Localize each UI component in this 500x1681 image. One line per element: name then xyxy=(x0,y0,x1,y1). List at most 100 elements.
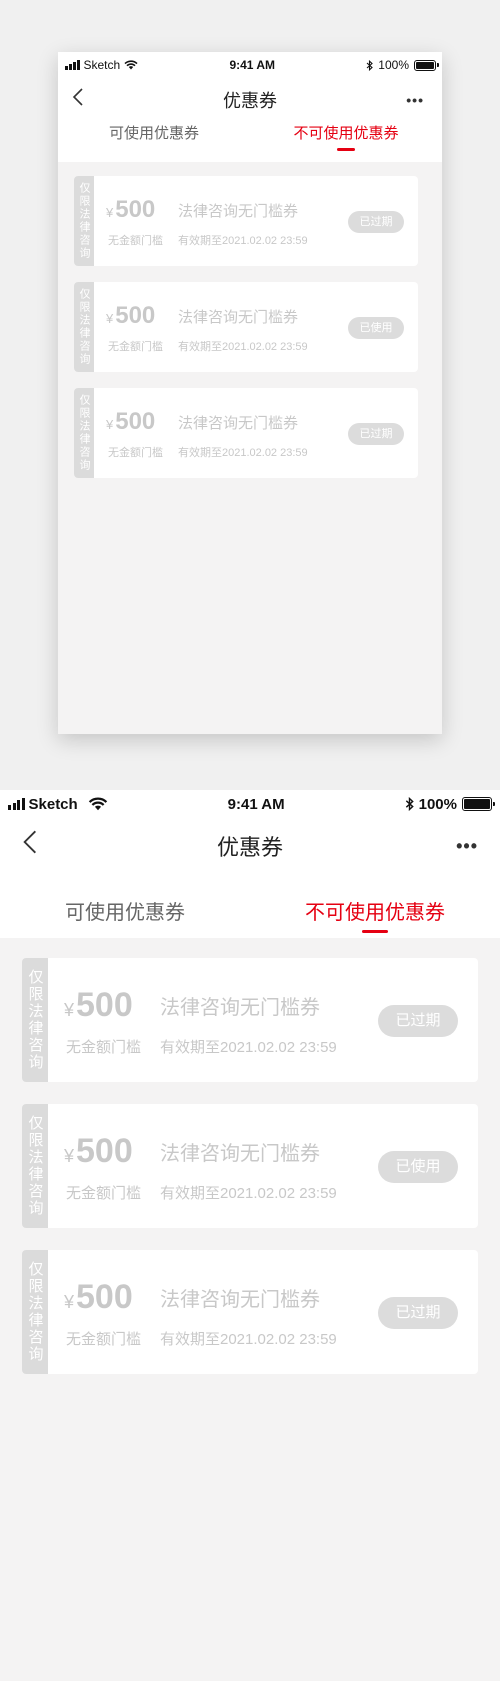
more-button[interactable]: ••• xyxy=(406,92,424,108)
coupon-price: ¥500 xyxy=(106,196,155,224)
coupon-price: ¥500 xyxy=(106,408,155,436)
more-dots-icon: ••• xyxy=(406,92,424,108)
coupon-status-button[interactable]: 已使用 xyxy=(378,1151,458,1183)
coupon-card[interactable]: 仅限法律咨询 ¥500 法律咨询无门槛券 无金额门槛 有效期至2021.02.0… xyxy=(22,1104,478,1228)
coupon-validity: 有效期至2021.02.02 23:59 xyxy=(178,341,308,353)
coupon-card[interactable]: 仅限法律咨询 ¥500 法律咨询无门槛券 无金额门槛 有效期至2021.02.0… xyxy=(74,388,418,478)
signal-icon xyxy=(65,60,80,70)
currency-symbol: ¥ xyxy=(64,1000,75,1020)
coupon-amount: 500 xyxy=(76,1132,133,1170)
tab-label: 不可使用优惠券 xyxy=(293,125,399,142)
coupon-validity: 有效期至2021.02.02 23:59 xyxy=(160,1185,337,1202)
coupon-name: 法律咨询无门槛券 xyxy=(160,1289,320,1311)
coupon-name: 法律咨询无门槛券 xyxy=(178,203,299,220)
wifi-icon xyxy=(124,60,138,70)
chevron-left-icon xyxy=(72,88,83,106)
coupon-body: ¥500 法律咨询无门槛券 无金额门槛 有效期至2021.02.02 23:59… xyxy=(48,1250,478,1374)
tab-unavailable[interactable]: 不可使用优惠券 xyxy=(250,874,500,938)
status-time: 9:41 AM xyxy=(229,58,276,72)
coupon-price: ¥500 xyxy=(64,986,133,1025)
currency-symbol: ¥ xyxy=(106,417,114,432)
coupon-scope-tag: 仅限法律咨询 xyxy=(22,1250,48,1374)
wifi-icon xyxy=(88,797,107,811)
coupon-validity: 有效期至2021.02.02 23:59 xyxy=(160,1331,337,1348)
coupon-card[interactable]: 仅限法律咨询 ¥500 法律咨询无门槛券 无金额门槛 有效期至2021.02.0… xyxy=(74,282,418,372)
tab-available[interactable]: 可使用优惠券 xyxy=(58,122,250,162)
currency-symbol: ¥ xyxy=(64,1146,75,1166)
chevron-left-icon xyxy=(23,830,36,854)
page-title: 优惠券 xyxy=(223,91,277,111)
coupon-name: 法律咨询无门槛券 xyxy=(160,1143,320,1165)
coupon-amount: 500 xyxy=(115,302,156,329)
battery-percent: 100% xyxy=(418,795,457,813)
bluetooth-icon xyxy=(366,59,374,71)
coupon-status-button[interactable]: 已过期 xyxy=(348,211,404,233)
coupon-threshold: 无金额门槛 xyxy=(108,235,163,247)
coupon-threshold: 无金额门槛 xyxy=(66,1185,142,1202)
coupon-screen: Sketch 9:41 AM 100% 优惠券 ••• 可使用优惠券 不可使用优… xyxy=(0,790,500,1681)
coupon-name: 法律咨询无门槛券 xyxy=(178,415,299,432)
battery-icon xyxy=(461,797,495,811)
more-dots-icon: ••• xyxy=(456,835,478,856)
back-button[interactable] xyxy=(22,828,38,864)
status-left: Sketch xyxy=(8,796,108,813)
coupon-body: ¥500 法律咨询无门槛券 无金额门槛 有效期至2021.02.02 23:59… xyxy=(94,176,418,266)
coupon-card[interactable]: 仅限法律咨询 ¥500 法律咨询无门槛券 无金额门槛 有效期至2021.02.0… xyxy=(22,958,478,1082)
coupon-scope-tag: 仅限法律咨询 xyxy=(74,282,94,372)
phone-mockup-preview: Sketch 9:41 AM 100% 优惠券 ••• 可使用优惠券 不可使用优… xyxy=(58,52,442,734)
status-right: 100% xyxy=(366,58,439,72)
coupon-status-button[interactable]: 已过期 xyxy=(348,423,404,445)
coupon-validity: 有效期至2021.02.02 23:59 xyxy=(178,235,308,247)
carrier-name: Sketch xyxy=(28,795,78,813)
coupon-amount: 500 xyxy=(115,408,156,435)
status-time: 9:41 AM xyxy=(227,795,285,813)
coupon-list: 仅限法律咨询 ¥500 法律咨询无门槛券 无金额门槛 有效期至2021.02.0… xyxy=(58,162,442,734)
coupon-name: 法律咨询无门槛券 xyxy=(160,997,320,1019)
carrier-name: Sketch xyxy=(83,58,121,72)
currency-symbol: ¥ xyxy=(106,311,114,326)
coupon-threshold: 无金额门槛 xyxy=(66,1039,142,1056)
coupon-amount: 500 xyxy=(115,196,156,223)
status-bar: Sketch 9:41 AM 100% xyxy=(0,790,500,818)
coupon-status-button[interactable]: 已过期 xyxy=(378,1297,458,1329)
tab-indicator xyxy=(362,930,388,933)
tab-label: 不可使用优惠券 xyxy=(305,902,445,924)
coupon-body: ¥500 法律咨询无门槛券 无金额门槛 有效期至2021.02.02 23:59… xyxy=(48,1104,478,1228)
tab-bar: 可使用优惠券 不可使用优惠券 xyxy=(58,122,442,162)
tab-label: 可使用优惠券 xyxy=(108,125,199,142)
tab-indicator xyxy=(337,148,355,151)
coupon-price: ¥500 xyxy=(64,1132,133,1171)
more-button[interactable]: ••• xyxy=(456,836,478,857)
page-title: 优惠券 xyxy=(216,835,283,860)
coupon-body: ¥500 法律咨询无门槛券 无金额门槛 有效期至2021.02.02 23:59… xyxy=(48,958,478,1082)
back-button[interactable] xyxy=(72,87,84,113)
coupon-list: 仅限法律咨询 ¥500 法律咨询无门槛券 无金额门槛 有效期至2021.02.0… xyxy=(0,938,500,1681)
coupon-amount: 500 xyxy=(76,986,133,1024)
coupon-scope-tag: 仅限法律咨询 xyxy=(74,388,94,478)
currency-symbol: ¥ xyxy=(106,205,114,220)
coupon-price: ¥500 xyxy=(106,302,155,330)
status-right: 100% xyxy=(405,795,495,813)
coupon-validity: 有效期至2021.02.02 23:59 xyxy=(178,447,308,459)
coupon-amount: 500 xyxy=(76,1278,133,1316)
coupon-card[interactable]: 仅限法律咨询 ¥500 法律咨询无门槛券 无金额门槛 有效期至2021.02.0… xyxy=(22,1250,478,1374)
currency-symbol: ¥ xyxy=(64,1292,75,1312)
coupon-threshold: 无金额门槛 xyxy=(66,1331,142,1348)
tab-bar: 可使用优惠券 不可使用优惠券 xyxy=(0,874,500,938)
coupon-validity: 有效期至2021.02.02 23:59 xyxy=(160,1039,337,1056)
tab-label: 可使用优惠券 xyxy=(65,902,185,924)
coupon-scope-tag: 仅限法律咨询 xyxy=(22,1104,48,1228)
tab-available[interactable]: 可使用优惠券 xyxy=(0,874,250,938)
status-left: Sketch xyxy=(65,58,138,72)
coupon-threshold: 无金额门槛 xyxy=(108,447,163,459)
coupon-card[interactable]: 仅限法律咨询 ¥500 法律咨询无门槛券 无金额门槛 有效期至2021.02.0… xyxy=(74,176,418,266)
coupon-threshold: 无金额门槛 xyxy=(108,341,163,353)
status-bar: Sketch 9:41 AM 100% xyxy=(58,52,442,78)
coupon-status-button[interactable]: 已过期 xyxy=(378,1005,458,1037)
coupon-status-button[interactable]: 已使用 xyxy=(348,317,404,339)
coupon-body: ¥500 法律咨询无门槛券 无金额门槛 有效期至2021.02.02 23:59… xyxy=(94,282,418,372)
tab-unavailable[interactable]: 不可使用优惠券 xyxy=(250,122,442,162)
nav-bar: 优惠券 ••• xyxy=(0,818,500,874)
signal-icon xyxy=(8,798,25,810)
coupon-scope-tag: 仅限法律咨询 xyxy=(22,958,48,1082)
